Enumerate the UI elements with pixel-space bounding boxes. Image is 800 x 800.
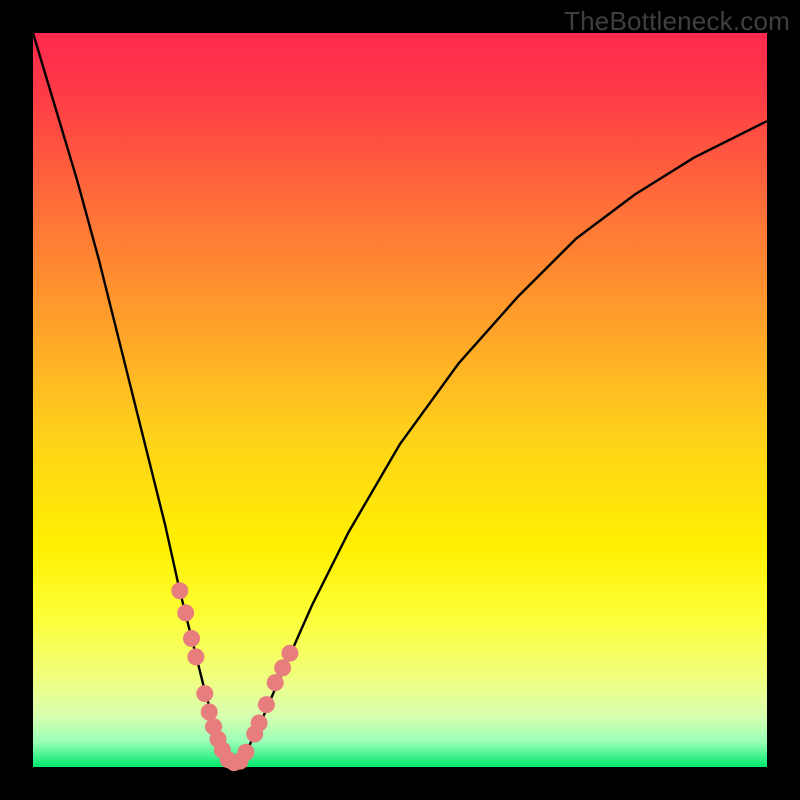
- marker-dot: [183, 630, 200, 647]
- bottleneck-curve: [33, 33, 767, 763]
- chart-frame: TheBottleneck.com: [0, 0, 800, 800]
- curve-layer: [33, 33, 767, 767]
- marker-dot: [196, 685, 213, 702]
- marker-dot: [177, 604, 194, 621]
- marker-dot: [281, 645, 298, 662]
- marker-dot: [201, 704, 218, 721]
- marker-dot: [237, 744, 254, 761]
- plot-area: [33, 33, 767, 767]
- watermark-text: TheBottleneck.com: [564, 6, 790, 37]
- marker-dot: [267, 674, 284, 691]
- marker-dot: [251, 715, 268, 732]
- marker-dot: [171, 582, 188, 599]
- marker-dot: [187, 648, 204, 665]
- marker-dot: [274, 659, 291, 676]
- marker-group: [171, 582, 298, 771]
- marker-dot: [258, 696, 275, 713]
